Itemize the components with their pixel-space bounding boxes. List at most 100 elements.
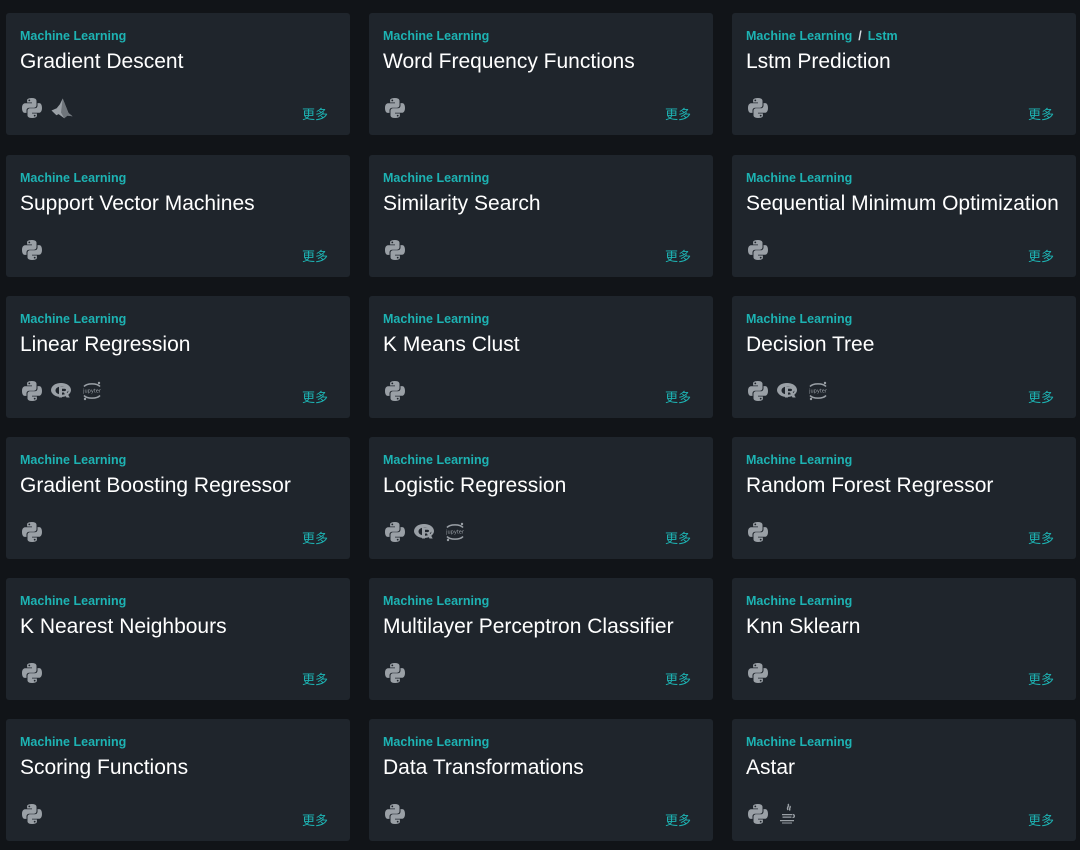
python-icon[interactable]: [20, 520, 44, 544]
more-link[interactable]: 更多: [665, 669, 691, 688]
category-link[interactable]: Machine Learning: [20, 735, 126, 749]
breadcrumb: Machine Learning: [746, 171, 1062, 186]
category-link[interactable]: Machine Learning: [383, 312, 489, 326]
more-link[interactable]: 更多: [1028, 387, 1054, 406]
category-link[interactable]: Machine Learning: [383, 453, 489, 467]
more-link[interactable]: 更多: [302, 104, 328, 123]
python-icon[interactable]: [383, 379, 407, 403]
python-icon[interactable]: [383, 802, 407, 826]
more-link[interactable]: 更多: [1028, 810, 1054, 829]
category-link[interactable]: Machine Learning: [746, 171, 852, 185]
algorithm-card[interactable]: Machine Learning K Nearest Neighbours 更多: [6, 578, 350, 700]
python-icon[interactable]: [20, 379, 44, 403]
more-link[interactable]: 更多: [1028, 104, 1054, 123]
category-link[interactable]: Machine Learning: [20, 453, 126, 467]
r-icon[interactable]: [413, 520, 437, 544]
python-icon[interactable]: [383, 520, 407, 544]
python-icon[interactable]: [746, 802, 770, 826]
more-link[interactable]: 更多: [302, 810, 328, 829]
category-link[interactable]: Machine Learning: [20, 171, 126, 185]
card-title[interactable]: Data Transformations: [383, 755, 699, 781]
category-link[interactable]: Machine Learning: [746, 453, 852, 467]
python-icon[interactable]: [20, 661, 44, 685]
algorithm-card[interactable]: Machine Learning K Means Clust 更多: [369, 296, 713, 418]
card-title[interactable]: Word Frequency Functions: [383, 49, 699, 75]
card-title[interactable]: Linear Regression: [20, 332, 336, 358]
category-link[interactable]: Machine Learning: [20, 29, 126, 43]
algorithm-card[interactable]: Machine Learning Linear Regression jupyter…: [6, 296, 350, 418]
card-title[interactable]: Lstm Prediction: [746, 49, 1062, 75]
algorithm-card[interactable]: Machine Learning / Lstm Lstm Prediction 更多: [732, 13, 1076, 135]
r-icon[interactable]: [776, 379, 800, 403]
python-icon[interactable]: [746, 661, 770, 685]
category-link[interactable]: Machine Learning: [383, 594, 489, 608]
category-link[interactable]: Machine Learning: [20, 312, 126, 326]
subcategory-link[interactable]: Lstm: [868, 29, 898, 43]
card-title[interactable]: Scoring Functions: [20, 755, 336, 781]
algorithm-card[interactable]: Machine Learning Astar 更多: [732, 719, 1076, 841]
algorithm-card[interactable]: Machine Learning Gradient Boosting Regres…: [6, 437, 350, 559]
category-link[interactable]: Machine Learning: [746, 312, 852, 326]
jupyter-icon[interactable]: jupyter: [80, 379, 104, 403]
card-title[interactable]: Multilayer Perceptron Classifier: [383, 614, 699, 640]
category-link[interactable]: Machine Learning: [383, 29, 489, 43]
more-link[interactable]: 更多: [302, 387, 328, 406]
python-icon[interactable]: [20, 802, 44, 826]
more-link[interactable]: 更多: [302, 246, 328, 265]
python-icon[interactable]: [20, 238, 44, 262]
card-title[interactable]: Support Vector Machines: [20, 191, 336, 217]
java-icon[interactable]: [776, 802, 800, 826]
python-icon[interactable]: [383, 661, 407, 685]
algorithm-card[interactable]: Machine Learning Random Forest Regressor 更…: [732, 437, 1076, 559]
card-title[interactable]: Similarity Search: [383, 191, 699, 217]
card-title[interactable]: Decision Tree: [746, 332, 1062, 358]
more-link[interactable]: 更多: [1028, 246, 1054, 265]
jupyter-icon[interactable]: jupyter: [806, 379, 830, 403]
card-title[interactable]: Knn Sklearn: [746, 614, 1062, 640]
more-link[interactable]: 更多: [302, 528, 328, 547]
card-title[interactable]: Random Forest Regressor: [746, 473, 1062, 499]
more-link[interactable]: 更多: [665, 528, 691, 547]
python-icon[interactable]: [746, 520, 770, 544]
algorithm-card[interactable]: Machine Learning Decision Tree jupyter 更多: [732, 296, 1076, 418]
more-link[interactable]: 更多: [1028, 528, 1054, 547]
category-link[interactable]: Machine Learning: [383, 171, 489, 185]
card-title[interactable]: K Nearest Neighbours: [20, 614, 336, 640]
category-link[interactable]: Machine Learning: [746, 594, 852, 608]
jupyter-icon[interactable]: jupyter: [443, 520, 467, 544]
card-title[interactable]: Gradient Boosting Regressor: [20, 473, 336, 499]
more-link[interactable]: 更多: [665, 246, 691, 265]
matlab-icon[interactable]: [50, 96, 74, 120]
algorithm-card[interactable]: Machine Learning Data Transformations 更多: [369, 719, 713, 841]
python-icon[interactable]: [746, 96, 770, 120]
python-icon[interactable]: [383, 238, 407, 262]
algorithm-card[interactable]: Machine Learning Support Vector Machines 更…: [6, 155, 350, 277]
category-link[interactable]: Machine Learning: [383, 735, 489, 749]
category-link[interactable]: Machine Learning: [746, 735, 852, 749]
algorithm-card[interactable]: Machine Learning Word Frequency Functions…: [369, 13, 713, 135]
algorithm-card[interactable]: Machine Learning Multilayer Perceptron Cl…: [369, 578, 713, 700]
algorithm-card[interactable]: Machine Learning Similarity Search 更多: [369, 155, 713, 277]
more-link[interactable]: 更多: [1028, 669, 1054, 688]
algorithm-card[interactable]: Machine Learning Sequential Minimum Optim…: [732, 155, 1076, 277]
more-link[interactable]: 更多: [665, 104, 691, 123]
python-icon[interactable]: [20, 96, 44, 120]
card-title[interactable]: Sequential Minimum Optimization: [746, 191, 1062, 217]
more-link[interactable]: 更多: [302, 669, 328, 688]
more-link[interactable]: 更多: [665, 387, 691, 406]
algorithm-card[interactable]: Machine Learning Gradient Descent 更多: [6, 13, 350, 135]
card-title[interactable]: K Means Clust: [383, 332, 699, 358]
category-link[interactable]: Machine Learning: [20, 594, 126, 608]
category-link[interactable]: Machine Learning: [746, 29, 852, 43]
algorithm-card[interactable]: Machine Learning Logistic Regression jupyt…: [369, 437, 713, 559]
algorithm-card[interactable]: Machine Learning Knn Sklearn 更多: [732, 578, 1076, 700]
card-title[interactable]: Gradient Descent: [20, 49, 336, 75]
python-icon[interactable]: [746, 238, 770, 262]
python-icon[interactable]: [383, 96, 407, 120]
card-title[interactable]: Astar: [746, 755, 1062, 781]
python-icon[interactable]: [746, 379, 770, 403]
card-title[interactable]: Logistic Regression: [383, 473, 699, 499]
more-link[interactable]: 更多: [665, 810, 691, 829]
algorithm-card[interactable]: Machine Learning Scoring Functions 更多: [6, 719, 350, 841]
r-icon[interactable]: [50, 379, 74, 403]
